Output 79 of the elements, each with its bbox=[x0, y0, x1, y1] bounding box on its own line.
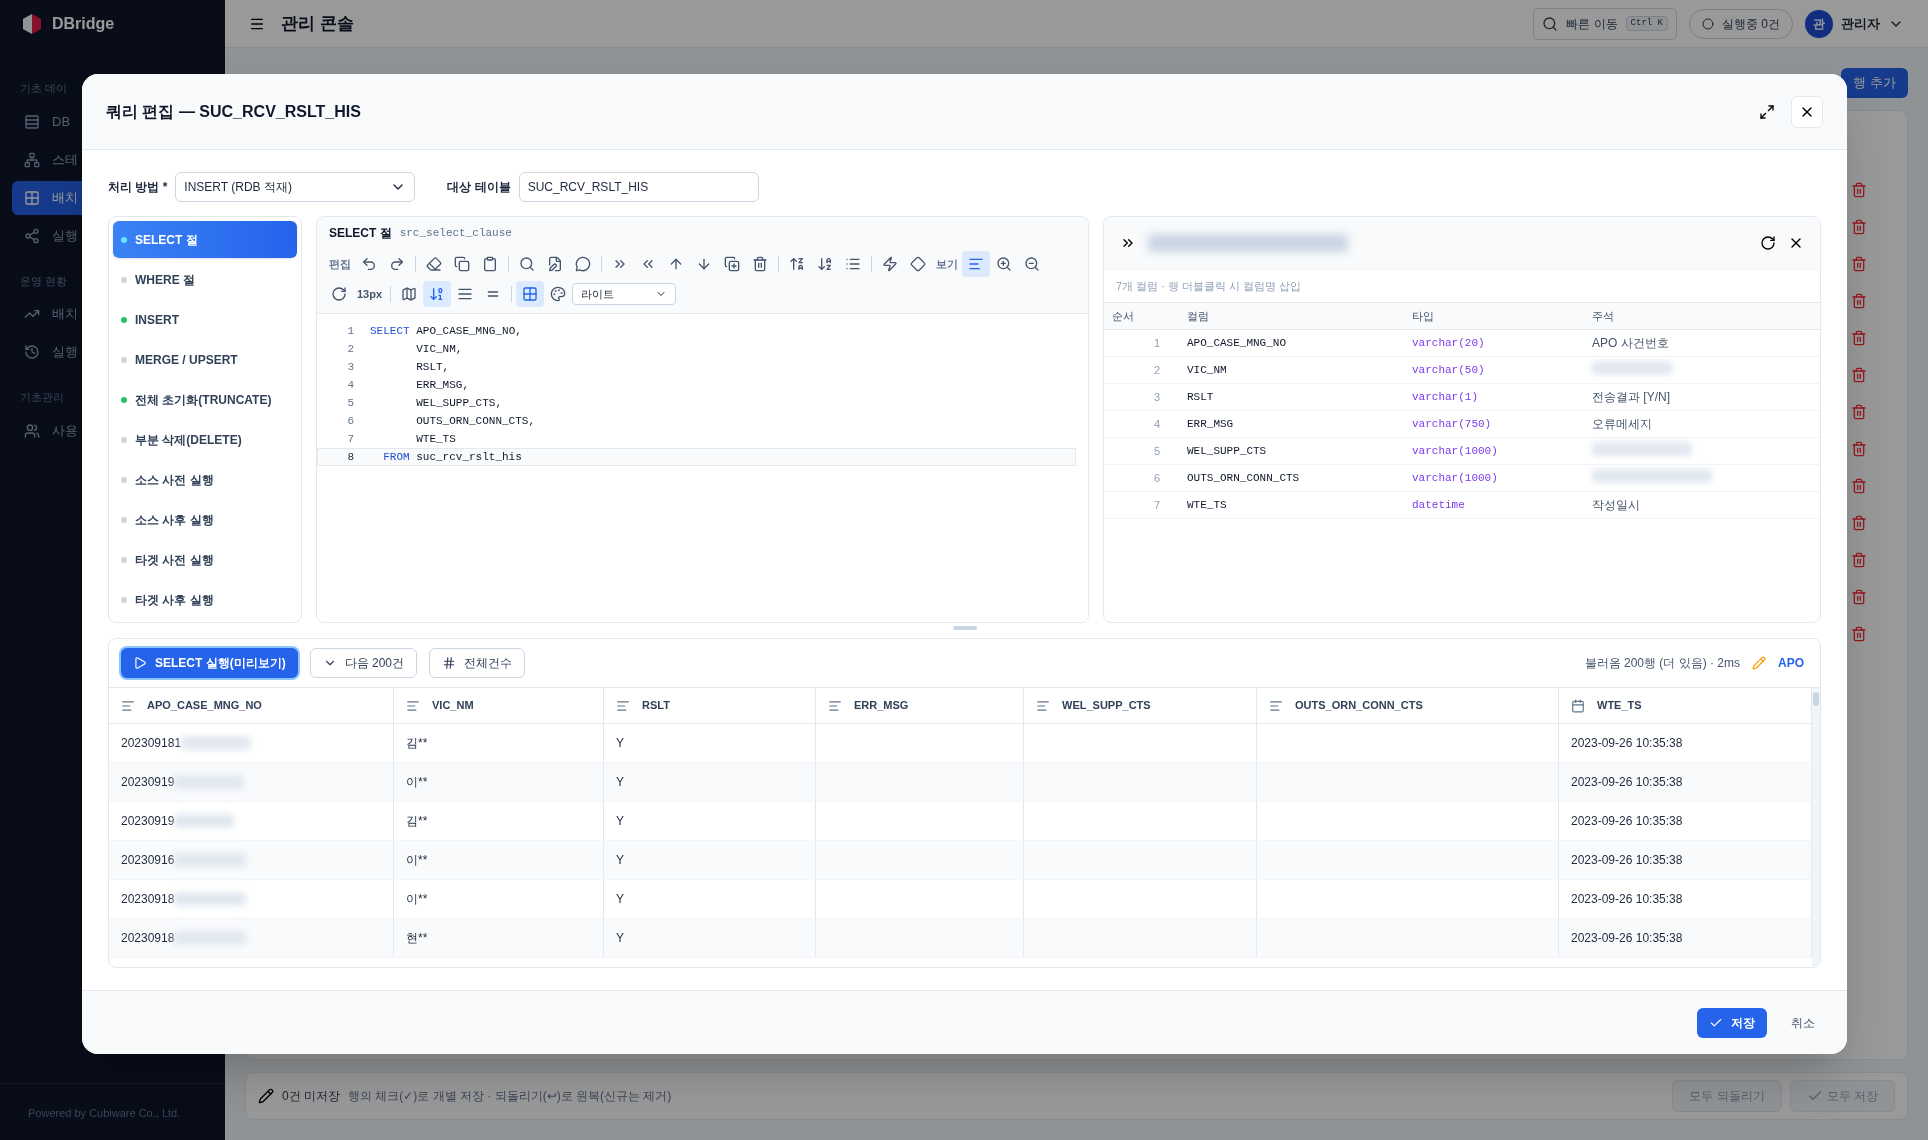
column-type: varchar(1) bbox=[1412, 389, 1479, 405]
result-cell-text: 2023-09-26 10:35:38 bbox=[1571, 930, 1683, 947]
column-type: varchar(750) bbox=[1412, 416, 1493, 432]
result-cell-text: Y bbox=[616, 852, 624, 869]
column-name: RSLT bbox=[1187, 389, 1215, 405]
code-line: 1 SELECT APO_CASE_MNG_NO, bbox=[346, 323, 523, 339]
view-label: 보기 bbox=[935, 256, 959, 272]
unsaved-count: 0건 미저장 bbox=[282, 1088, 340, 1105]
result-cell-text: 2023-09-26 10:35:38 bbox=[1571, 891, 1683, 908]
column-comment: APO 사건번호 bbox=[1592, 335, 1670, 352]
column-name: VIC_NM bbox=[1187, 362, 1228, 378]
column-type: varchar(1000) bbox=[1412, 470, 1499, 486]
row-number: 6 bbox=[1152, 470, 1161, 486]
font-size-text: 13px bbox=[356, 286, 384, 302]
result-cell-text: 2023-09-26 10:35:38 bbox=[1571, 813, 1683, 830]
column-header: 순서 bbox=[1112, 308, 1135, 324]
result-cell-text: 김** bbox=[406, 735, 428, 752]
column-comment: 오류메세지 bbox=[1592, 416, 1653, 433]
edit-label: 편집 bbox=[328, 256, 352, 272]
column-name: ERR_MSG bbox=[1187, 416, 1235, 432]
code-line: 4 ERR_MSG, bbox=[346, 377, 471, 393]
row-number: 1 bbox=[1152, 335, 1161, 351]
row-number: 4 bbox=[1152, 416, 1161, 432]
result-cell-text: 20230918 bbox=[121, 930, 175, 947]
column-name: APO_CASE_MNG_NO bbox=[1187, 335, 1288, 351]
row-number: 3 bbox=[1152, 389, 1161, 405]
editor-title: SELECT 절 bbox=[329, 225, 392, 242]
result-cell-text: 이** bbox=[406, 852, 428, 869]
editor-subtitle: src_select_clause bbox=[399, 225, 512, 241]
logo-text: DBridge bbox=[52, 14, 115, 34]
row-number: 5 bbox=[1152, 443, 1161, 459]
hint-text: 행의 체크(✓)로 개별 저장 · 되돌리기(↩)로 원복(신규는 제거) bbox=[348, 1088, 672, 1105]
target-table-label: 대상 테이블 bbox=[447, 179, 511, 196]
result-cell-text: Y bbox=[616, 891, 624, 908]
column-name: OUTS_ORN_CONN_CTS bbox=[1187, 470, 1301, 486]
page-title: 관리 콘솔 bbox=[281, 12, 354, 35]
load-status: 불러옴 200행 (더 있음) · 2ms bbox=[1584, 655, 1740, 672]
result-cell-text: 현** bbox=[406, 930, 428, 947]
code-line: 7 WTE_TS bbox=[346, 431, 457, 447]
result-cell-text: 이** bbox=[406, 774, 428, 791]
result-cell-text: 2023-09-26 10:35:38 bbox=[1571, 735, 1683, 752]
code-line: 6 OUTS_ORN_CONN_CTS, bbox=[346, 413, 537, 429]
result-cell-text: Y bbox=[616, 774, 624, 791]
result-cell-text: Y bbox=[616, 735, 624, 752]
column-header: 타입 bbox=[1412, 308, 1435, 324]
column-comment: 전송결과 [Y/N] bbox=[1592, 389, 1671, 406]
result-cell-text: 20230919 bbox=[121, 813, 175, 830]
column-type: datetime bbox=[1412, 497, 1466, 513]
result-cell-text: 2023-09-26 10:35:38 bbox=[1571, 774, 1683, 791]
result-cell-text: 이** bbox=[406, 891, 428, 908]
result-cell-text: 20230919 bbox=[121, 774, 175, 791]
shortcut-key: Ctrl K bbox=[1625, 15, 1668, 32]
column-type: varchar(20) bbox=[1412, 335, 1486, 351]
result-cell-text: 202309181 bbox=[121, 735, 182, 752]
result-cell-text: 20230918 bbox=[121, 891, 175, 908]
result-cell-text: 김** bbox=[406, 813, 428, 830]
column-type: varchar(1000) bbox=[1412, 443, 1499, 459]
result-cell-text: Y bbox=[616, 930, 624, 947]
avatar: 관 bbox=[1805, 9, 1833, 38]
column-header: 컬럼 bbox=[1187, 308, 1210, 324]
nav-group-label: 기초관리 bbox=[20, 390, 64, 405]
row-number: 7 bbox=[1152, 497, 1161, 513]
user-name: 관리자 bbox=[1841, 14, 1880, 33]
code-line: 3 RSLT, bbox=[346, 359, 451, 375]
column-header: 주석 bbox=[1592, 308, 1615, 324]
result-cell-text: Y bbox=[616, 813, 624, 830]
columns-summary: 7개 컬럼 · 행 더블클릭 시 컬럼명 삽입 bbox=[1116, 278, 1302, 294]
column-comment: 작성일시 bbox=[1592, 497, 1641, 514]
column-name: WEL_SUPP_CTS bbox=[1187, 443, 1268, 459]
result-cell-text: 2023-09-26 10:35:38 bbox=[1571, 852, 1683, 869]
result-cell-text: 20230916 bbox=[121, 852, 175, 869]
dialog-title: 쿼리 편집 — SUC_RCV_RSLT_HIS bbox=[106, 101, 361, 122]
source-label: APO bbox=[1778, 655, 1805, 672]
column-type: varchar(50) bbox=[1412, 362, 1486, 378]
column-name: WTE_TS bbox=[1187, 497, 1228, 513]
code-line: 5 WEL_SUPP_CTS, bbox=[346, 395, 504, 411]
code-line: 2 VIC_NM, bbox=[346, 341, 464, 357]
row-number: 2 bbox=[1152, 362, 1161, 378]
method-label: 처리 방법 * bbox=[108, 179, 168, 196]
